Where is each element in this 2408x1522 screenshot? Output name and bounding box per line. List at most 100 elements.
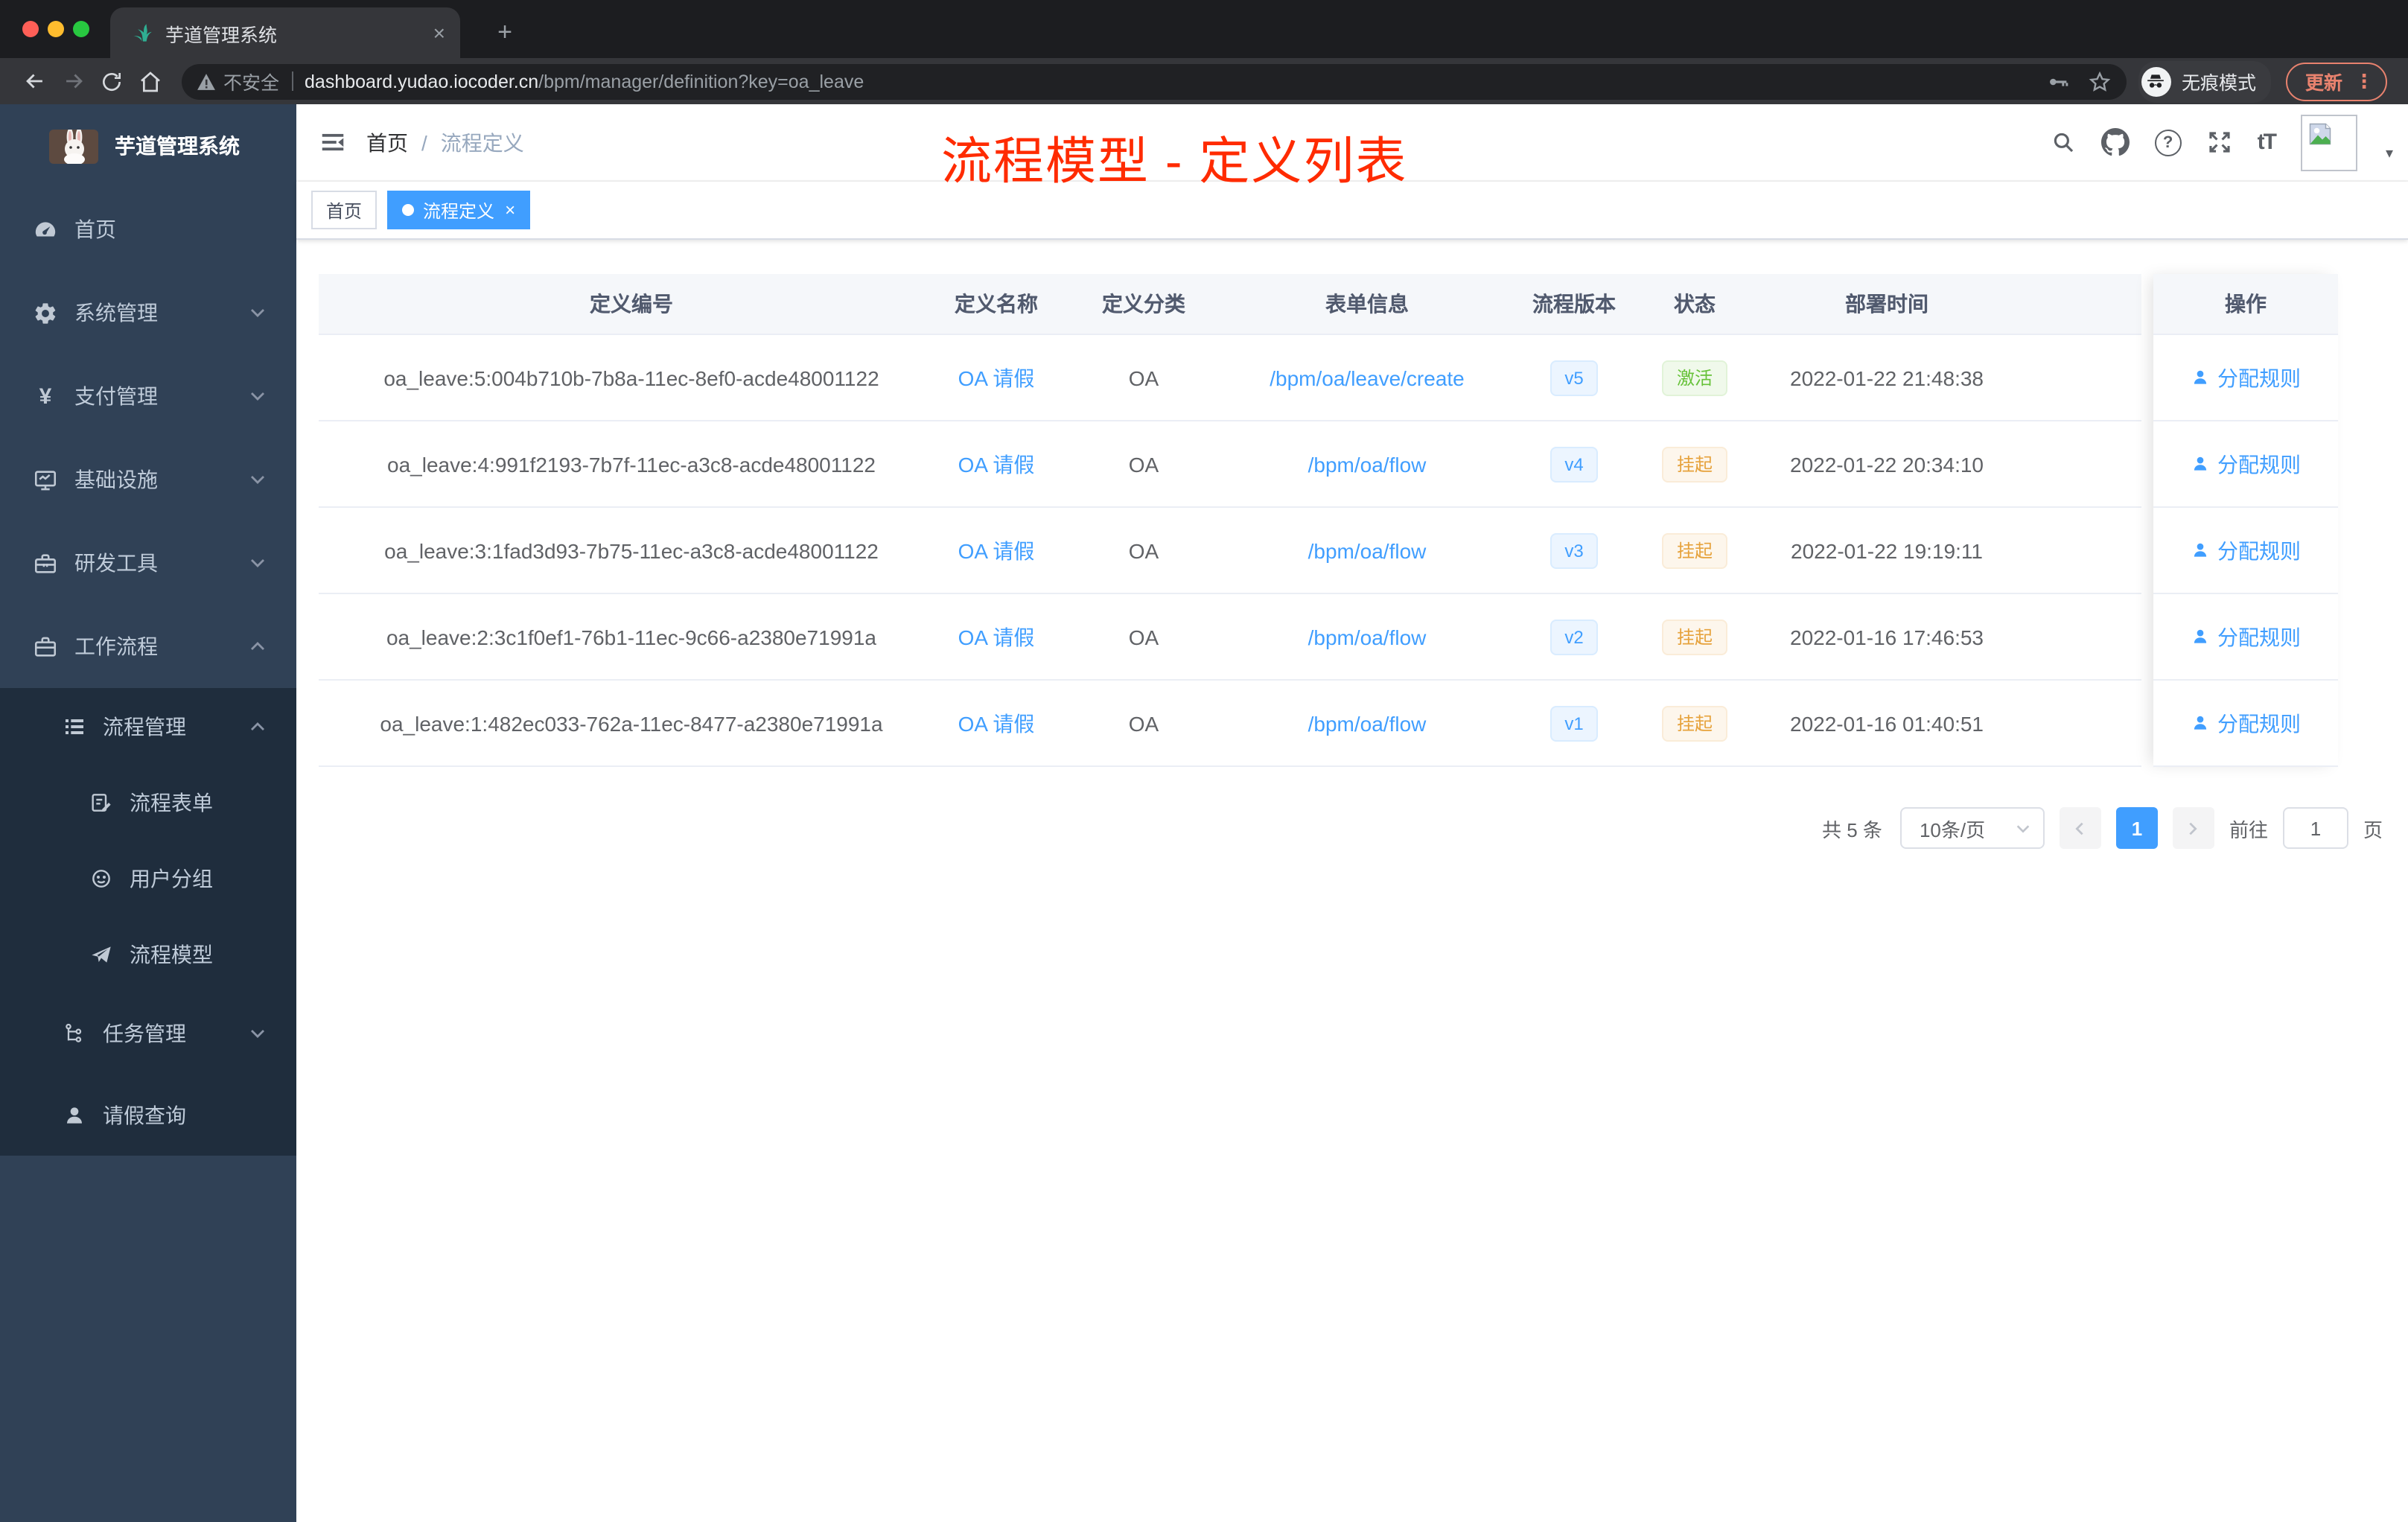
tab-title: 芋道管理系统 [165,25,278,45]
col-header-name: 定义名称 [955,292,1038,316]
prev-page-button[interactable] [2059,807,2101,849]
chevron-down-icon [249,554,267,572]
status-badge: 挂起 [1662,705,1728,741]
breadcrumb-separator: / [421,130,427,154]
favicon-plant-icon [133,22,153,43]
next-page-button[interactable] [2172,807,2214,849]
chevron-left-icon [2076,821,2084,835]
zoom-window-button[interactable] [73,21,89,37]
help-icon[interactable]: ? [2154,129,2182,156]
browser-tab[interactable]: 芋道管理系统 × [110,7,460,58]
not-secure-warning-icon [197,72,216,90]
back-icon[interactable] [15,62,54,101]
sidebar-item-process-model[interactable]: 流程模型 [0,916,296,992]
user-icon [61,1102,86,1127]
incognito-icon [2141,66,2171,96]
search-icon[interactable] [2051,130,2076,155]
reload-icon[interactable] [92,62,131,101]
definition-name-link[interactable]: OA 请假 [958,366,1035,389]
sidebar-item-payment[interactable]: ¥ 支付管理 [0,354,296,438]
chevron-up-icon [249,717,267,735]
sidebar-item-dev-tools[interactable]: 研发工具 [0,521,296,605]
assign-rule-button[interactable]: 分配规则 [2153,508,2338,594]
user-icon [2194,716,2207,730]
font-size-icon[interactable]: tT [2258,130,2277,155]
close-window-button[interactable] [22,21,39,37]
user-icon [2194,543,2207,557]
minimize-window-button[interactable] [48,21,64,37]
form-link[interactable]: /bpm/oa/flow [1308,452,1427,476]
address-bar[interactable]: 不安全 dashboard.yudao.iocoder.cn/bpm/manag… [182,63,2127,99]
sidebar-logo[interactable]: 芋道管理系统 [0,104,296,188]
omnibox-divider [291,71,293,91]
assign-rule-button[interactable]: 分配规则 [2153,335,2338,421]
deploy-time: 2022-01-16 17:46:53 [1790,625,1984,649]
col-header-action: 操作 [2153,274,2338,335]
pagination: 共 5 条 10条/页 1 前往 页 [319,807,2383,849]
table-row: oa_leave:2:3c1f0ef1-76b1-11ec-9c66-a2380… [319,594,2141,681]
incognito-badge: 无痕模式 [2138,60,2271,102]
col-header-form: 表单信息 [1325,292,1409,316]
goto-page-input[interactable] [2282,807,2348,849]
browser-tabstrip: 芋道管理系统 × + [0,0,2408,58]
bookmark-star-icon[interactable] [2088,69,2112,93]
toolbox-icon [33,550,58,576]
form-link[interactable]: /bpm/oa/flow [1308,625,1427,649]
sidebar-item-task-management[interactable]: 任务管理 [0,992,296,1074]
browser-update-button[interactable]: 更新 ⋮ [2285,62,2387,101]
window-controls[interactable] [22,21,89,37]
col-header-status: 状态 [1674,292,1716,316]
definition-name-link[interactable]: OA 请假 [958,711,1035,735]
sidebar-item-user-group[interactable]: 用户分组 [0,840,296,916]
password-key-icon[interactable] [2046,69,2070,93]
assign-rule-button[interactable]: 分配规则 [2153,421,2338,508]
security-label[interactable]: 不安全 [223,67,279,95]
form-link[interactable]: /bpm/oa/flow [1308,711,1427,735]
tab-close-icon[interactable]: × [433,22,445,43]
version-badge: v5 [1549,360,1599,395]
table-row: oa_leave:4:991f2193-7b7f-11ec-a3c8-acde4… [319,421,2141,508]
sidebar-item-process-management[interactable]: 流程管理 [0,688,296,764]
fullscreen-icon[interactable] [2207,130,2232,155]
sidebar-item-infrastructure[interactable]: 基础设施 [0,438,296,521]
form-link[interactable]: /bpm/oa/leave/create [1270,366,1465,389]
assign-rule-button[interactable]: 分配规则 [2153,594,2338,681]
deploy-time: 2022-01-22 19:19:11 [1791,538,1983,562]
user-dropdown-caret-icon[interactable]: ▾ [2386,145,2393,162]
sidebar-toggle-icon[interactable] [310,120,354,165]
breadcrumb-home[interactable]: 首页 [366,127,408,157]
new-tab-button[interactable]: + [487,18,523,48]
form-link[interactable]: /bpm/oa/flow [1308,538,1427,562]
app-title: 芋道管理系统 [115,134,240,158]
current-page-button[interactable]: 1 [2115,807,2158,849]
github-icon[interactable] [2100,128,2130,156]
sidebar-item-workflow[interactable]: 工作流程 [0,605,296,688]
chevron-down-icon [2015,820,2031,836]
sidebar-item-process-form[interactable]: 流程表单 [0,764,296,840]
form-edit-icon [88,789,113,815]
definition-name-link[interactable]: OA 请假 [958,625,1035,649]
url-text[interactable]: dashboard.yudao.iocoder.cn/bpm/manager/d… [305,71,2028,92]
chevron-up-icon [249,637,267,655]
tag-process-definition[interactable]: 流程定义 × [387,191,531,229]
deploy-time: 2022-01-16 01:40:51 [1790,711,1984,735]
sidebar-item-leave-query[interactable]: 请假查询 [0,1074,296,1156]
home-icon[interactable] [131,62,170,101]
chevron-right-icon [2190,821,2198,835]
definition-name-link[interactable]: OA 请假 [958,452,1035,476]
definition-id: oa_leave:1:482ec033-762a-11ec-8477-a2380… [380,711,883,735]
sidebar-item-home[interactable]: 首页 [0,188,296,271]
user-avatar[interactable] [2300,114,2357,171]
sidebar-item-system[interactable]: 系统管理 [0,271,296,354]
assign-rule-button[interactable]: 分配规则 [2153,681,2338,767]
definition-name-link[interactable]: OA 请假 [958,538,1035,562]
user-icon [2194,370,2207,384]
col-header-deploy-time: 部署时间 [1845,292,1928,316]
user-icon [2194,629,2207,643]
status-badge: 挂起 [1662,532,1728,568]
browser-menu-kebab-icon[interactable]: ⋮ [2354,69,2374,93]
tag-close-icon[interactable]: × [505,201,515,219]
page-size-select[interactable]: 10条/页 [1899,807,2045,849]
monitor-icon [33,467,58,492]
tag-home[interactable]: 首页 [311,191,378,229]
